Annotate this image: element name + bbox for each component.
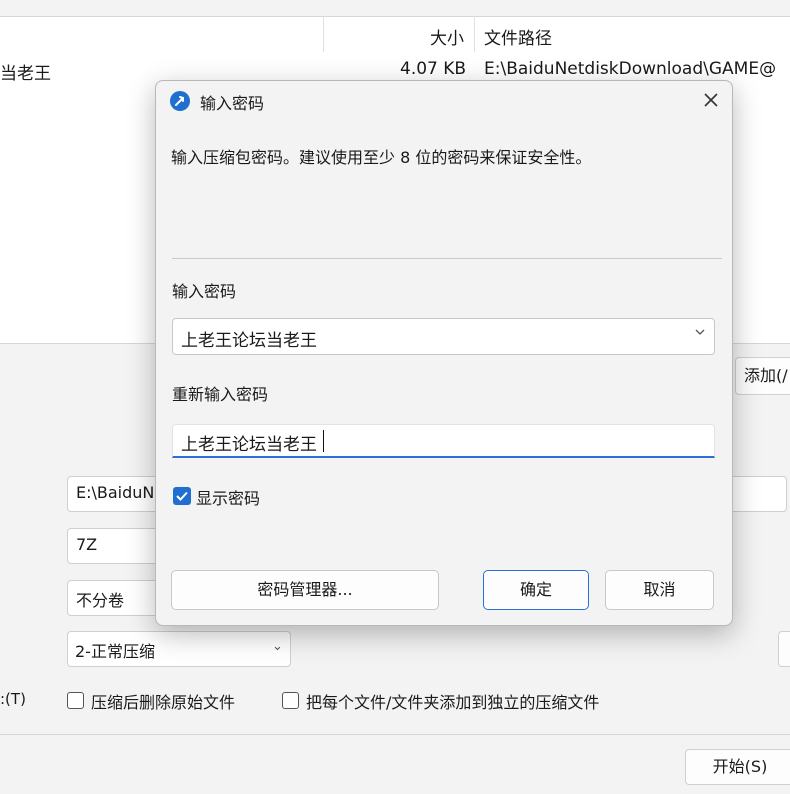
- cancel-button[interactable]: 取消: [605, 570, 714, 610]
- checkmark-icon: [176, 491, 188, 501]
- divider: [172, 258, 722, 259]
- chevron-down-icon: ⌄: [272, 639, 283, 654]
- divider: [0, 734, 790, 735]
- dialog-title: 输入密码: [200, 94, 265, 113]
- separate-archive-checkbox[interactable]: [282, 692, 299, 709]
- reenter-password-value: 上老王论坛当老王: [181, 435, 317, 455]
- password-label: 输入密码: [172, 282, 237, 301]
- show-password-label[interactable]: 显示密码: [196, 485, 260, 509]
- start-button[interactable]: 开始(S): [685, 749, 790, 785]
- add-button[interactable]: 添加(/: [735, 357, 790, 395]
- volume-dropdown[interactable]: 不分卷: [67, 580, 167, 616]
- reenter-password-input[interactable]: 上老王论坛当老王: [172, 424, 715, 458]
- dialog-description: 输入压缩包密码。建议使用至少 8 位的密码来保证安全性。: [171, 148, 592, 167]
- file-size-cell: 4.07 KB: [400, 59, 467, 79]
- window-top-strip: [0, 0, 790, 16]
- format-dropdown[interactable]: 7Z: [67, 528, 167, 564]
- options-button[interactable]: [778, 631, 790, 667]
- file-path-cell: E:\BaiduNetdiskDownload\GAME@: [484, 59, 777, 79]
- compression-level-dropdown[interactable]: 2-正常压缩 ⌄: [67, 631, 291, 667]
- password-combobox[interactable]: 上老王论坛当老王: [172, 318, 715, 355]
- option-label-truncated: :(T): [0, 690, 26, 708]
- password-value: 上老王论坛当老王: [181, 331, 317, 351]
- file-name-cell[interactable]: 当老王: [0, 59, 51, 84]
- column-header-size[interactable]: 大小: [430, 24, 464, 49]
- column-separator[interactable]: [474, 16, 475, 52]
- show-password-checkbox[interactable]: [173, 487, 191, 505]
- password-dialog: 输入密码 输入压缩包密码。建议使用至少 8 位的密码来保证安全性。 输入密码 上…: [155, 80, 733, 626]
- reenter-password-label: 重新输入密码: [172, 385, 269, 404]
- delete-after-checkbox[interactable]: [67, 692, 84, 709]
- text-caret: [323, 430, 324, 452]
- delete-after-label[interactable]: 压缩后删除原始文件: [91, 689, 235, 713]
- password-manager-button[interactable]: 密码管理器...: [171, 570, 439, 610]
- compression-level-value: 2-正常压缩: [75, 642, 155, 661]
- column-separator[interactable]: [323, 16, 324, 52]
- chevron-down-icon[interactable]: [694, 326, 706, 342]
- close-icon[interactable]: [698, 87, 724, 113]
- column-header-path[interactable]: 文件路径: [484, 24, 552, 49]
- separate-archive-label[interactable]: 把每个文件/文件夹添加到独立的压缩文件: [306, 689, 599, 713]
- app-logo-icon: [170, 91, 190, 111]
- ok-button[interactable]: 确定: [483, 570, 589, 610]
